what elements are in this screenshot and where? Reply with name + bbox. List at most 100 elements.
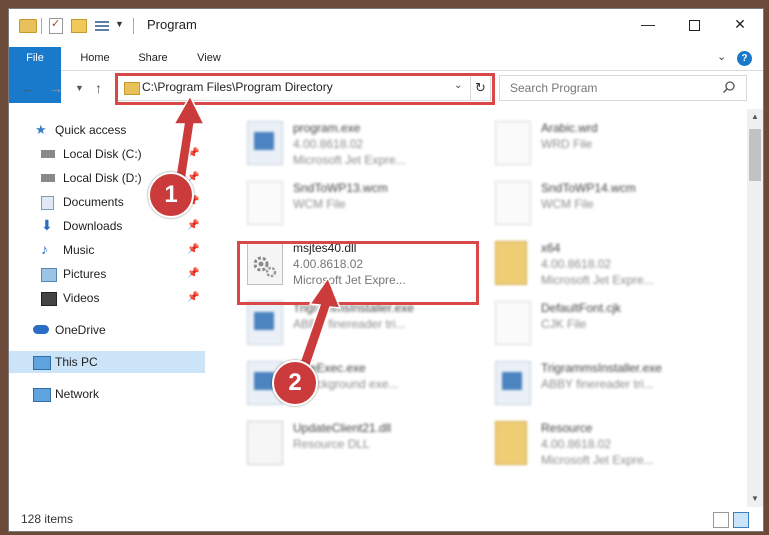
exe-file-icon: [247, 301, 283, 345]
address-dropdown-icon[interactable]: ⌄: [454, 80, 462, 91]
search-input[interactable]: Search Program: [499, 75, 747, 101]
dll-file-icon: [247, 421, 283, 465]
new-folder-icon[interactable]: [71, 19, 87, 33]
pin-icon[interactable]: 📌: [187, 263, 199, 285]
properties-icon[interactable]: [49, 17, 63, 34]
file-detail: 4.00.8618.02: [293, 137, 364, 151]
sidebar-item-music[interactable]: ♪ Music 📌: [9, 239, 205, 261]
tiles-view-icon[interactable]: [733, 512, 749, 528]
file-item[interactable]: SndToWP14.wcm WCM File: [471, 173, 701, 229]
file-detail: CJK File: [541, 317, 587, 331]
sidebar-item-pictures[interactable]: Pictures 📌: [9, 263, 205, 285]
divider: [41, 18, 42, 34]
file-detail: WCM File: [293, 197, 346, 211]
file-detail: 4.00.8618.02: [541, 257, 612, 271]
file-name: SndToWP14.wcm: [541, 181, 636, 195]
downloads-icon: ⬇: [41, 217, 53, 233]
scroll-up-icon[interactable]: ▲: [747, 109, 763, 125]
sidebar-item-label: Downloads: [63, 219, 123, 233]
file-item-msjtes40-dll[interactable]: msjtes40.dll 4.00.8618.02 Microsoft Jet …: [223, 233, 453, 289]
sidebar-item-local-disk-c[interactable]: Local Disk (C:) 📌: [9, 143, 205, 165]
file-name: UpdateClient21.dll: [293, 421, 392, 435]
computer-icon: [33, 356, 51, 370]
details-view-icon[interactable]: [713, 512, 729, 528]
help-icon[interactable]: ?: [737, 51, 752, 66]
file-item[interactable]: Arabic.wrd WRD File: [471, 113, 701, 169]
sidebar-item-videos[interactable]: Videos 📌: [9, 287, 205, 309]
file-name: msjtes40.dll: [293, 241, 357, 255]
close-button[interactable]: ✕: [717, 9, 763, 39]
address-path[interactable]: C:\Program Files\Program Directory: [142, 80, 333, 94]
vertical-scrollbar[interactable]: ▲ ▼: [747, 109, 763, 507]
ribbon: File Home Share View ⌄ ?: [9, 47, 763, 103]
expand-ribbon-icon[interactable]: ⌄: [717, 50, 726, 63]
file-detail: 4.00.8618.02: [541, 437, 612, 451]
file-item[interactable]: program.exe 4.00.8618.02 Microsoft Jet E…: [223, 113, 453, 169]
refresh-button[interactable]: ↻: [470, 76, 490, 100]
file-item[interactable]: TrigrammsInstaller.exe ABBY finereader t…: [223, 293, 453, 349]
sidebar-item-label: Videos: [63, 291, 100, 305]
documents-icon: [41, 196, 54, 210]
file-item[interactable]: FineExec.exe ...background exe...: [223, 353, 453, 409]
file-item[interactable]: x64 4.00.8618.02 Microsoft Jet Expre...: [471, 233, 701, 289]
sidebar-item-quick-access[interactable]: ★ Quick access: [9, 119, 205, 141]
folder-icon: [495, 241, 527, 285]
sidebar-item-this-pc[interactable]: This PC: [9, 351, 205, 373]
music-icon: ♪: [41, 241, 48, 257]
tab-home[interactable]: Home: [69, 47, 121, 70]
explorer-window: ▼ Program — ✕ File Home Share View ⌄ ? ←…: [8, 8, 764, 532]
folder-icon: [19, 19, 37, 33]
step-badge-2: 2: [272, 360, 318, 406]
network-icon: [33, 388, 51, 402]
drive-icon: [41, 174, 55, 182]
file-name: Arabic.wrd: [541, 121, 598, 135]
minimize-button[interactable]: —: [625, 9, 671, 39]
up-button[interactable]: ↑: [95, 75, 102, 101]
sidebar-item-label: Quick access: [55, 123, 127, 137]
quick-access-dropdown-icon[interactable]: ▼: [115, 19, 124, 29]
sidebar-item-onedrive[interactable]: OneDrive: [9, 319, 205, 341]
scroll-down-icon[interactable]: ▼: [747, 491, 763, 507]
pin-icon[interactable]: 📌: [187, 143, 199, 165]
file-version: 4.00.8618.02: [293, 257, 364, 271]
sidebar-item-label: Pictures: [63, 267, 107, 281]
scroll-thumb[interactable]: [749, 129, 761, 181]
file-name: SndToWP13.wcm: [293, 181, 388, 195]
view-options-icon[interactable]: [95, 19, 109, 31]
sidebar-item-label: Local Disk (C:): [63, 147, 142, 161]
file-detail: ABBY finereader tri...: [293, 317, 406, 331]
tab-view[interactable]: View: [183, 47, 235, 70]
maximize-button[interactable]: [671, 9, 717, 39]
forward-button[interactable]: →: [49, 75, 63, 101]
back-button[interactable]: ←: [21, 75, 35, 101]
file-item[interactable]: SndToWP13.wcm WCM File: [223, 173, 453, 229]
file-name: DefaultFont.cjk: [541, 301, 622, 315]
tab-share[interactable]: Share: [127, 47, 179, 70]
status-bar: 128 items: [9, 509, 763, 531]
file-item[interactable]: UpdateClient21.dll Resource DLL: [223, 413, 453, 469]
cloud-icon: [33, 325, 49, 334]
search-icon[interactable]: [722, 80, 736, 94]
sidebar-item-label: Network: [55, 387, 100, 401]
file-name: x64: [541, 241, 561, 255]
pin-icon[interactable]: 📌: [187, 215, 199, 237]
recent-locations-button[interactable]: ▼: [75, 75, 84, 101]
document-file-icon: [247, 181, 283, 225]
file-name: Resource: [541, 421, 593, 435]
file-name: TrigrammsInstaller.exe: [541, 361, 662, 375]
file-item[interactable]: DefaultFont.cjk CJK File: [471, 293, 701, 349]
file-detail: Resource DLL: [293, 437, 370, 451]
file-detail: Microsoft Jet Expre...: [541, 273, 654, 287]
pin-icon[interactable]: 📌: [187, 239, 199, 261]
file-item[interactable]: Resource 4.00.8618.02 Microsoft Jet Expr…: [471, 413, 701, 469]
address-bar[interactable]: C:\Program Files\Program Directory ⌄ ↻: [117, 75, 491, 101]
folder-icon: [124, 82, 140, 95]
pin-icon[interactable]: 📌: [187, 287, 199, 309]
document-file-icon: [495, 121, 531, 165]
videos-icon: [41, 292, 57, 306]
sidebar-item-downloads[interactable]: ⬇ Downloads 📌: [9, 215, 205, 237]
file-description: Microsoft Jet Expre...: [293, 273, 406, 287]
file-item[interactable]: TrigrammsInstaller.exe ABBY finereader t…: [471, 353, 701, 409]
sidebar-item-network[interactable]: Network: [9, 383, 205, 405]
exe-file-icon: [247, 121, 283, 165]
